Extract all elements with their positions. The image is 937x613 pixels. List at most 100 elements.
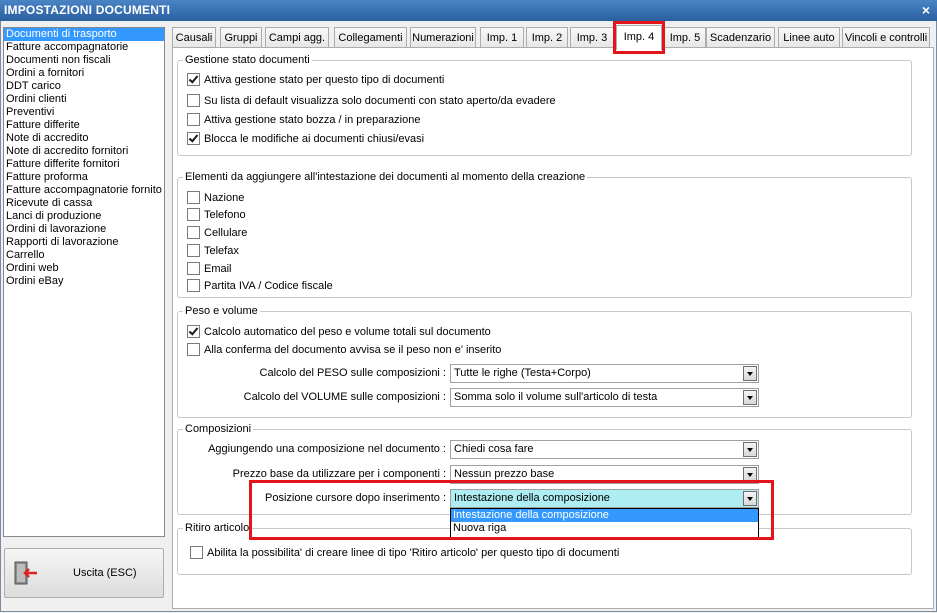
tab-linee-auto[interactable]: Linee auto <box>778 27 840 48</box>
checkbox-attiva-gestione-stato[interactable]: Attiva gestione stato per questo tipo di… <box>187 73 444 86</box>
aggiungendo-label: Aggiungendo una composizione nel documen… <box>208 443 446 455</box>
tab-causali[interactable]: Causali <box>172 27 216 48</box>
group-intestazione-legend: Elementi da aggiungere all'intestazione … <box>185 171 586 183</box>
group-composizioni-legend: Composizioni <box>185 423 252 435</box>
tab-imp-1[interactable]: Imp. 1 <box>480 27 524 48</box>
volume-composizioni-select[interactable]: Somma solo il volume sull'articolo di te… <box>450 388 759 407</box>
chevron-down-icon[interactable] <box>743 442 757 457</box>
checkbox-box[interactable] <box>187 343 200 356</box>
checkbox-ritiro-articolo[interactable]: Abilita la possibilita' di creare linee … <box>190 546 619 559</box>
select-value: Somma solo il volume sull'articolo di te… <box>454 391 658 403</box>
doc-type-item[interactable]: Ordini di lavorazione <box>4 223 164 236</box>
tab-imp-3[interactable]: Imp. 3 <box>570 27 614 48</box>
prezzo-base-select[interactable]: Nessun prezzo base <box>450 465 759 484</box>
checkbox-label: Calcolo automatico del peso e volume tot… <box>204 325 491 338</box>
tab-scadenzario[interactable]: Scadenzario <box>706 27 775 48</box>
exit-button[interactable]: Uscita (ESC) <box>4 548 164 598</box>
checkbox-solo-aperti[interactable]: Su lista di default visualizza solo docu… <box>187 94 556 107</box>
doc-type-item[interactable]: Documenti di trasporto <box>4 28 164 41</box>
doc-type-item[interactable]: Fatture accompagnatorie fornito <box>4 184 164 197</box>
dropdown-option-nuova-riga[interactable]: Nuova riga <box>451 522 758 535</box>
settings-tabs: Causali Gruppi Campi agg. Collegamenti N… <box>172 25 932 50</box>
checkbox-calcolo-peso-volume[interactable]: Calcolo automatico del peso e volume tot… <box>187 325 491 338</box>
doc-type-item[interactable]: Note di accredito fornitori <box>4 145 164 158</box>
tab-numerazioni[interactable]: Numerazioni <box>410 27 476 48</box>
checkbox-box[interactable] <box>190 546 203 559</box>
checkbox-label: Alla conferma del documento avvisa se il… <box>204 343 502 356</box>
checkbox-email[interactable]: Email <box>187 262 232 275</box>
doc-type-item[interactable]: Carrello <box>4 249 164 262</box>
peso-composizioni-select[interactable]: Tutte le righe (Testa+Corpo) <box>450 364 759 383</box>
checkbox-label: Attiva gestione stato per questo tipo di… <box>204 73 445 86</box>
checkbox-nazione[interactable]: Nazione <box>187 191 244 204</box>
doc-type-item[interactable]: Fatture proforma <box>4 171 164 184</box>
checkbox-box[interactable] <box>187 208 200 221</box>
checkbox-label: Nazione <box>204 191 245 204</box>
checkbox-stato-bozza[interactable]: Attiva gestione stato bozza / in prepara… <box>187 113 420 126</box>
checkbox-cellulare[interactable]: Cellulare <box>187 226 247 239</box>
doc-type-item[interactable]: DDT carico <box>4 80 164 93</box>
checkbox-box[interactable] <box>187 73 200 86</box>
checkbox-box[interactable] <box>187 244 200 257</box>
peso-composizioni-label: Calcolo del PESO sulle composizioni : <box>259 367 446 379</box>
doc-type-item[interactable]: Documenti non fiscali <box>4 54 164 67</box>
tab-campi-agg[interactable]: Campi agg. <box>265 27 329 48</box>
checkbox-box[interactable] <box>187 262 200 275</box>
checkbox-label: Su lista di default visualizza solo docu… <box>204 94 556 107</box>
posizione-cursore-select[interactable]: Intestazione della composizione <box>450 489 759 508</box>
exit-button-label: Uscita (ESC) <box>73 567 137 579</box>
doc-type-item[interactable]: Preventivi <box>4 106 164 119</box>
doc-type-item[interactable]: Ordini eBay <box>4 275 164 288</box>
checkbox-telefax[interactable]: Telefax <box>187 244 239 257</box>
checkbox-label: Telefax <box>204 244 239 257</box>
checkbox-avvisa-peso[interactable]: Alla conferma del documento avvisa se il… <box>187 343 501 356</box>
aggiungendo-select[interactable]: Chiedi cosa fare <box>450 440 759 459</box>
checkbox-box[interactable] <box>187 279 200 292</box>
tab-collegamenti[interactable]: Collegamenti <box>334 27 407 48</box>
checkbox-label: Attiva gestione stato bozza / in prepara… <box>204 113 421 126</box>
title-bar: IMPOSTAZIONI DOCUMENTI × <box>0 0 937 21</box>
window-title: IMPOSTAZIONI DOCUMENTI <box>4 3 171 17</box>
checkbox-label: Cellulare <box>204 226 248 239</box>
tab-panel-imp-4: Gestione stato documenti Attiva gestione… <box>172 47 934 609</box>
select-value: Nessun prezzo base <box>454 468 555 480</box>
doc-type-item[interactable]: Ordini clienti <box>4 93 164 106</box>
doc-type-item[interactable]: Lanci di produzione <box>4 210 164 223</box>
select-value: Chiedi cosa fare <box>454 443 534 455</box>
checkbox-box[interactable] <box>187 94 200 107</box>
dropdown-option-intestazione[interactable]: Intestazione della composizione <box>451 509 758 522</box>
tab-gruppi[interactable]: Gruppi <box>220 27 262 48</box>
close-icon[interactable]: × <box>922 2 930 18</box>
checkbox-box[interactable] <box>187 132 200 145</box>
document-type-list[interactable]: Documenti di trasporto Fatture accompagna… <box>3 27 165 537</box>
tab-imp-4[interactable]: Imp. 4 <box>616 25 662 50</box>
chevron-down-icon[interactable] <box>743 390 757 405</box>
checkbox-box[interactable] <box>187 226 200 239</box>
chevron-down-icon[interactable] <box>743 467 757 482</box>
checkbox-telefono[interactable]: Telefono <box>187 208 246 221</box>
doc-type-item[interactable]: Ordini web <box>4 262 164 275</box>
doc-type-item[interactable]: Note di accredito <box>4 132 164 145</box>
checkbox-box[interactable] <box>187 325 200 338</box>
checkbox-box[interactable] <box>187 191 200 204</box>
doc-type-item[interactable]: Fatture differite fornitori <box>4 158 164 171</box>
doc-type-item[interactable]: Fatture accompagnatorie <box>4 41 164 54</box>
chevron-down-icon[interactable] <box>743 366 757 381</box>
doc-type-item[interactable]: Fatture differite <box>4 119 164 132</box>
group-peso-volume-legend: Peso e volume <box>185 305 258 317</box>
checkbox-box[interactable] <box>187 113 200 126</box>
tab-imp-5[interactable]: Imp. 5 <box>664 27 706 48</box>
chevron-down-icon[interactable] <box>743 491 757 506</box>
doc-type-item[interactable]: Ricevute di cassa <box>4 197 164 210</box>
exit-door-icon <box>14 561 37 585</box>
select-value: Tutte le righe (Testa+Corpo) <box>454 367 591 379</box>
tab-vincoli-controlli[interactable]: Vincoli e controlli <box>842 27 930 48</box>
tab-imp-2[interactable]: Imp. 2 <box>526 27 568 48</box>
checkbox-blocca-modifiche[interactable]: Blocca le modifiche ai documenti chiusi/… <box>187 132 424 145</box>
posizione-cursore-dropdown[interactable]: Intestazione della composizione Nuova ri… <box>450 508 759 538</box>
doc-type-item[interactable]: Rapporti di lavorazione <box>4 236 164 249</box>
doc-type-item[interactable]: Ordini a fornitori <box>4 67 164 80</box>
checkbox-partita-iva[interactable]: Partita IVA / Codice fiscale <box>187 279 333 292</box>
group-gestione-stato-legend: Gestione stato documenti <box>185 54 310 66</box>
group-ritiro-articolo-legend: Ritiro articolo <box>185 522 250 534</box>
